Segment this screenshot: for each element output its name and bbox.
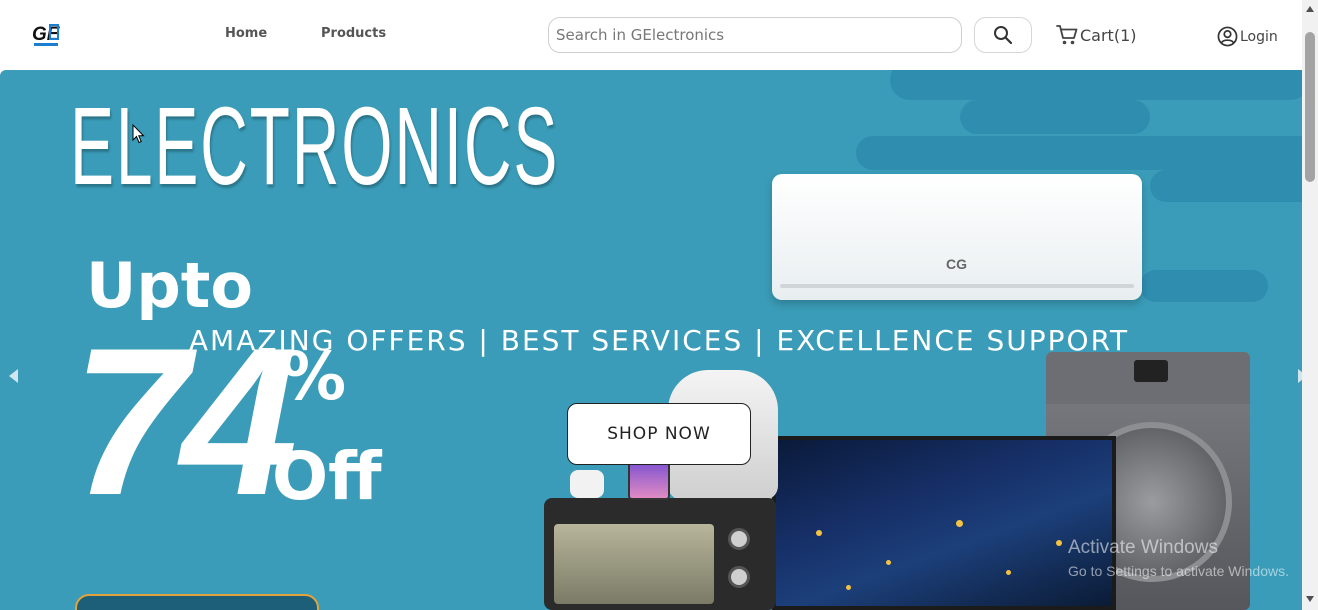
- nav-products-link[interactable]: Products: [321, 26, 386, 41]
- watermark-title: Activate Windows: [1068, 537, 1218, 558]
- washer-panel: [1046, 352, 1250, 404]
- oven-window: [554, 524, 714, 604]
- oven-knob: [728, 528, 750, 550]
- city-light: [886, 560, 891, 565]
- search-icon: [994, 26, 1013, 45]
- earbuds-image: [570, 470, 604, 498]
- washer-display: [1134, 360, 1168, 382]
- cart-button[interactable]: Cart(1): [1056, 24, 1137, 46]
- oven-knob: [728, 566, 750, 588]
- watermark-subtitle: Go to Settings to activate Windows.: [1068, 563, 1289, 579]
- ac-brand-logo: CG: [946, 256, 967, 272]
- decor-stripe: [1150, 170, 1302, 202]
- discount-off-text: Off: [272, 438, 382, 515]
- user-circle-icon: [1217, 26, 1238, 47]
- search-input[interactable]: [548, 17, 962, 53]
- login-label: Login: [1240, 28, 1278, 45]
- scrollbar-thumb[interactable]: [1305, 32, 1315, 182]
- cart-icon: [1056, 25, 1078, 45]
- banner-title: ELECTRONICS: [70, 85, 560, 208]
- login-button[interactable]: Login: [1217, 26, 1278, 47]
- mouse-cursor-icon: [132, 124, 145, 144]
- scroll-down-arrow-icon[interactable]: [1306, 596, 1314, 602]
- decor-stripe: [890, 70, 1302, 100]
- brand-logo[interactable]: GE: [32, 22, 61, 48]
- page-scrollbar[interactable]: [1302, 0, 1318, 610]
- decor-stripe: [960, 100, 1150, 134]
- oven-image: [544, 498, 776, 610]
- nav-home-link[interactable]: Home: [225, 26, 267, 41]
- windows-activation-watermark: Activate Windows Go to Settings to activ…: [1068, 536, 1289, 582]
- banner-secondary-button[interactable]: [75, 594, 319, 610]
- search-button[interactable]: [974, 17, 1032, 53]
- navbar: GE Home Products Cart(1) Login: [0, 0, 1302, 70]
- scroll-up-arrow-icon[interactable]: [1306, 6, 1314, 12]
- city-light: [846, 585, 851, 590]
- city-light: [1056, 540, 1062, 546]
- decor-stripe: [856, 136, 1302, 170]
- shop-now-button[interactable]: SHOP NOW: [567, 403, 751, 465]
- cart-label: Cart(1): [1080, 25, 1137, 45]
- city-light: [1006, 570, 1011, 575]
- air-conditioner-image: CG: [772, 174, 1142, 300]
- banner-tagline: AMAZING OFFERS | BEST SERVICES | EXCELLE…: [188, 324, 1130, 357]
- city-light: [816, 530, 822, 536]
- television-image: [772, 436, 1116, 610]
- svg-text:GE: GE: [32, 24, 60, 45]
- chevron-left-icon[interactable]: [9, 369, 18, 383]
- decor-stripe: [1140, 270, 1268, 302]
- ac-vent: [780, 284, 1134, 288]
- city-light: [956, 520, 963, 527]
